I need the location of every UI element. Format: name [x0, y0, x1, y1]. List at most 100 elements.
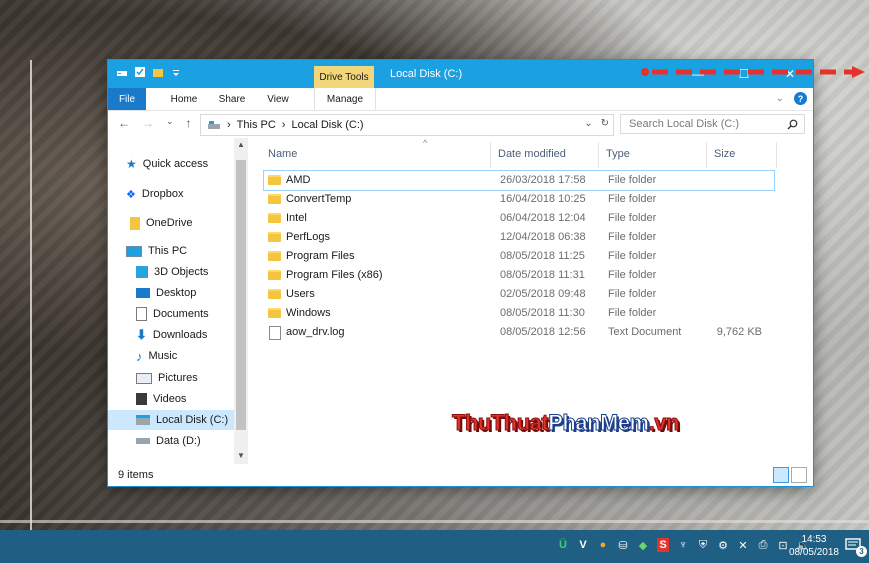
file-date: 26/03/2018 17:58 [500, 174, 586, 186]
file-name: Intel [286, 212, 307, 224]
app-tray-icon-v[interactable]: V [577, 538, 589, 552]
download-icon: ⬇ [136, 327, 147, 342]
taskbar: Ü V ● ⛁ ◆ S ♆ ⛨ ⚙ ✕ ⎙ ⊡ 🔈 14:53 08/05/20… [0, 530, 869, 563]
app-tray-icon-lock[interactable]: ⛁ [617, 538, 629, 552]
app-tray-icon-crossed[interactable]: ✕ [737, 538, 749, 552]
column-divider[interactable] [776, 142, 777, 168]
address-row: ← → ⌄ ↑ › This PC › Local Disk (C:) ⌄ ↻ … [108, 111, 813, 137]
tab-home[interactable]: Home [158, 88, 210, 110]
expand-ribbon-icon[interactable]: ⌄ [776, 93, 784, 104]
large-icons-view-icon[interactable] [791, 467, 807, 483]
help-icon[interactable]: ? [794, 92, 807, 105]
column-header-date[interactable]: Date modified [498, 148, 566, 160]
desktop-decoration-line [30, 60, 32, 530]
folder-icon [268, 308, 281, 318]
app-tray-icon-s[interactable]: S [657, 538, 669, 552]
file-date: 16/04/2018 10:25 [500, 193, 586, 205]
drive-icon [208, 121, 220, 129]
address-dropdown-icon[interactable]: ⌄ [584, 118, 592, 129]
column-header-type[interactable]: Type [606, 148, 630, 160]
column-header-size[interactable]: Size [714, 148, 735, 160]
action-center-icon[interactable]: 3 [845, 538, 867, 557]
file-row[interactable]: Program Files 08/05/2018 11:25 File fold… [264, 247, 774, 266]
properties-icon[interactable] [134, 66, 146, 78]
file-date: 06/04/2018 12:04 [500, 212, 586, 224]
scroll-down-arrow-icon[interactable]: ▼ [237, 451, 245, 460]
file-date: 08/05/2018 11:25 [500, 250, 585, 262]
file-type: File folder [608, 288, 657, 300]
app-tray-icon-network[interactable]: ◆ [637, 538, 649, 552]
chevron-right-icon: › [281, 119, 286, 131]
clock-date: 08/05/2018 [788, 547, 839, 558]
app-tray-icon-usb[interactable]: ♆ [677, 538, 689, 552]
file-name: aow_drv.log [286, 326, 345, 338]
sort-ascending-icon: ^ [423, 138, 428, 148]
tab-view[interactable]: View [260, 88, 296, 110]
clock-time: 14:53 [801, 534, 827, 545]
back-icon[interactable]: ← [118, 116, 130, 130]
desktop-decoration-line [0, 520, 869, 523]
drive-icon[interactable] [116, 66, 128, 78]
column-divider[interactable] [598, 142, 599, 168]
app-tray-icon-paint[interactable]: ● [597, 538, 609, 552]
red-dashed-arrow [641, 66, 865, 78]
column-header-name[interactable]: Name [268, 148, 297, 160]
app-tray-icon-shield[interactable]: ⛨ [697, 538, 709, 552]
folder-icon [268, 175, 281, 185]
customize-toolbar-icon[interactable] [170, 66, 182, 78]
file-row[interactable]: aow_drv.log 08/05/2018 12:56 Text Docume… [264, 323, 774, 342]
navigation-pane: ★ Quick access ❖ Dropbox OneDrive This P… [108, 138, 250, 464]
folder-icon [268, 270, 281, 280]
desktop-icon [136, 288, 150, 298]
file-name: Users [286, 288, 315, 300]
file-type: File folder [608, 307, 657, 319]
file-type: File folder [608, 250, 657, 262]
file-row[interactable]: Windows 08/05/2018 11:30 File folder [264, 304, 774, 323]
file-row[interactable]: Program Files (x86) 08/05/2018 11:31 Fil… [264, 266, 774, 285]
computer-icon [126, 245, 142, 257]
drive-icon [136, 415, 150, 425]
refresh-icon[interactable]: ↻ [601, 118, 609, 129]
search-placeholder: Search Local Disk (C:) [629, 118, 740, 130]
document-icon [136, 307, 147, 321]
new-folder-icon[interactable] [152, 66, 164, 78]
drive-icon [136, 438, 150, 444]
file-date: 12/04/2018 06:38 [500, 231, 586, 243]
tab-file[interactable]: File [108, 88, 146, 110]
breadcrumb-this-pc[interactable]: This PC [237, 119, 276, 131]
nav-pane-scroll-thumb[interactable] [236, 160, 246, 430]
app-tray-icon-print[interactable]: ⎙ [757, 538, 769, 552]
file-row[interactable]: PerfLogs 12/04/2018 06:38 File folder [264, 228, 774, 247]
folder-icon [268, 213, 281, 223]
folder-icon [268, 289, 281, 299]
network-icon[interactable]: ⊡ [777, 538, 789, 552]
tab-manage[interactable]: Manage [314, 88, 376, 110]
status-bar: 9 items [108, 464, 813, 486]
column-divider[interactable] [490, 142, 491, 168]
file-type: File folder [608, 269, 657, 281]
app-tray-icon-u[interactable]: Ü [557, 538, 569, 552]
taskbar-clock[interactable]: 14:53 08/05/2018 [789, 533, 839, 559]
file-row[interactable]: ConvertTemp 16/04/2018 10:25 File folder [264, 190, 774, 209]
file-row[interactable]: AMD 26/03/2018 17:58 File folder [263, 170, 775, 191]
address-bar[interactable]: › This PC › Local Disk (C:) ⌄ ↻ [200, 114, 614, 136]
tab-share[interactable]: Share [212, 88, 252, 110]
item-count: 9 items [118, 469, 154, 481]
cube-icon [136, 266, 148, 278]
forward-icon[interactable]: → [142, 116, 154, 130]
up-icon[interactable]: ↑ [186, 116, 192, 130]
details-view-icon[interactable] [773, 467, 789, 483]
column-divider[interactable] [706, 142, 707, 168]
file-type: File folder [608, 212, 657, 224]
file-row[interactable]: Users 02/05/2018 09:48 File folder [264, 285, 774, 304]
nav-item-local-disk[interactable]: Local Disk (C:) [108, 410, 234, 430]
file-size: 9,762 KB [716, 326, 762, 338]
search-input[interactable]: Search Local Disk (C:) [620, 114, 805, 134]
file-type: File folder [608, 193, 657, 205]
file-row[interactable]: Intel 06/04/2018 12:04 File folder [264, 209, 774, 228]
ribbon-tabs: File Home Share View Manage ⌄ ? [108, 88, 813, 111]
scroll-up-arrow-icon[interactable]: ▲ [237, 140, 245, 149]
recent-locations-icon[interactable]: ⌄ [166, 116, 174, 130]
app-tray-icon-sync[interactable]: ⚙ [717, 538, 729, 552]
breadcrumb-local-disk[interactable]: Local Disk (C:) [291, 119, 363, 131]
